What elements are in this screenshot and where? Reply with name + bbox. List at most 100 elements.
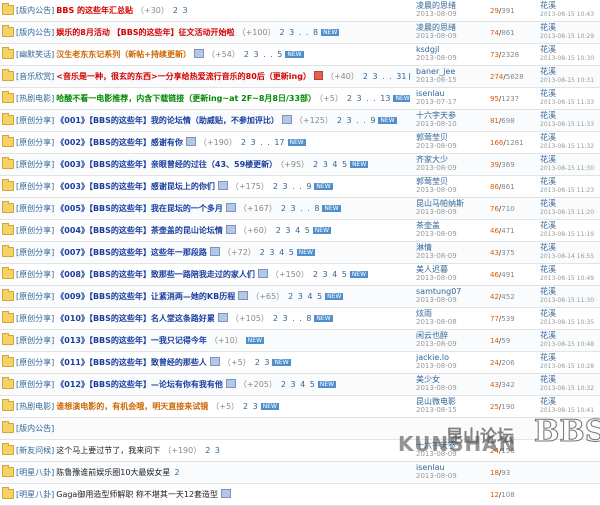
- author-link[interactable]: 郭莺莹贝: [416, 133, 496, 142]
- thread-category-link[interactable]: [原创分享]: [16, 336, 54, 345]
- author-link[interactable]: 十六字天参: [416, 111, 496, 120]
- thread-title-link[interactable]: 娱乐的8月活动 【BBS的这些年】征文活动开始啦: [56, 28, 234, 37]
- last-poster-link[interactable]: 花溪: [540, 199, 600, 208]
- author-link[interactable]: jackie.lo: [416, 353, 496, 362]
- thread-page-links[interactable]: 2 3 4 5: [281, 380, 315, 389]
- thread-title-link[interactable]: 《002》【BBS的这些年】感谢有你: [56, 138, 183, 147]
- thread-row[interactable]: [原创分享] 《009》【BBS的这些年】让紧消两—她的KB历程 （+65） 2 3 …: [0, 286, 600, 308]
- thread-category-link[interactable]: [音乐欣赏]: [16, 72, 54, 81]
- last-poster-link[interactable]: 花溪: [540, 89, 600, 98]
- thread-title-link[interactable]: 《008》【BBS的这些年】致那些一路陪我走过的家人们: [56, 270, 255, 279]
- thread-category-link[interactable]: [原创分享]: [16, 160, 54, 169]
- thread-category-link[interactable]: [明星八卦]: [16, 468, 54, 477]
- thread-category-link[interactable]: [原创分享]: [16, 138, 54, 147]
- thread-row[interactable]: [音乐欣赏] <音乐是一种，很玄的东西>一分享给热爱流行音乐的80后（更新ing）…: [0, 66, 600, 88]
- last-poster-link[interactable]: 花溪: [540, 287, 600, 296]
- thread-page-links[interactable]: 2 3 . . 8: [281, 204, 320, 213]
- thread-title-link[interactable]: 《009》【BBS的这些年】让紧消两—她的KB历程: [56, 292, 235, 301]
- last-poster-link[interactable]: 花溪: [540, 133, 600, 142]
- thread-category-link[interactable]: [明星八卦]: [16, 490, 54, 499]
- author-link[interactable]: 昆山微电影: [416, 397, 496, 406]
- thread-page-links[interactable]: 2 3 . . 5: [244, 50, 283, 59]
- author-link[interactable]: isenlau: [416, 463, 496, 472]
- last-poster-link[interactable]: 花溪: [540, 309, 600, 318]
- thread-title-link[interactable]: 《010》【BBS的这些年】名人堂这条路好累: [56, 314, 215, 323]
- thread-title-link[interactable]: 这个马上要过节了，我来问下: [56, 446, 160, 455]
- thread-page-links[interactable]: 2 3: [243, 402, 258, 411]
- thread-row[interactable]: [版内公告] BBS 的这些年汇总贴 （+30） 2 3 凌晨的思绪 2013-08-09…: [0, 0, 600, 22]
- thread-title-link[interactable]: 谁想演电影的，有机会哦，明天直接来试镜: [56, 402, 208, 411]
- thread-page-links[interactable]: 2 3 . . 9: [273, 182, 312, 191]
- thread-row[interactable]: [原创分享] 《008》【BBS的这些年】致那些一路陪我走过的家人们 （+150） 2…: [0, 264, 600, 286]
- author-link[interactable]: ksdgjl: [416, 45, 496, 54]
- thread-category-link[interactable]: [原创分享]: [16, 314, 54, 323]
- thread-row[interactable]: [热剧电影] 谁想演电影的，有机会哦，明天直接来试镜 （+5） 2 3 NEW 昆山微电影…: [0, 396, 600, 418]
- thread-page-links[interactable]: 2: [174, 468, 179, 477]
- author-link[interactable]: isenlau: [416, 89, 496, 98]
- thread-page-links[interactable]: 2 3 4 5: [276, 226, 310, 235]
- last-poster-link[interactable]: 花溪: [540, 111, 600, 120]
- author-link[interactable]: 闲云也醉: [416, 331, 496, 340]
- thread-category-link[interactable]: [原创分享]: [16, 380, 54, 389]
- thread-title-link[interactable]: 陈鲁豫谁前娱乐圈10大最娱女星: [56, 468, 170, 477]
- thread-category-link[interactable]: [热剧电影]: [16, 94, 54, 103]
- thread-category-link[interactable]: [原创分享]: [16, 270, 54, 279]
- thread-page-links[interactable]: 2 3 . . 31: [363, 72, 407, 81]
- thread-page-links[interactable]: 2 3: [173, 6, 188, 15]
- thread-title-link[interactable]: 《005》【BBS的这些年】我在昆坛的一个多月: [56, 204, 223, 213]
- last-poster-link[interactable]: 花溪: [540, 265, 600, 274]
- thread-title-link[interactable]: 哈酸不看一电影推荐，内含下载链接（更新ing~at 2F~8月8日/33部）: [56, 94, 316, 103]
- thread-category-link[interactable]: [版内公告]: [16, 6, 54, 15]
- thread-page-links[interactable]: 2 3 4 5: [260, 248, 294, 257]
- last-poster-link[interactable]: 花溪: [540, 23, 600, 32]
- thread-page-links[interactable]: 2 3 . . 9: [337, 116, 376, 125]
- author-link[interactable]: 茶壶盖: [416, 221, 496, 230]
- thread-row[interactable]: [明星八卦] Gaga御用造型师解职 称不堪其一天12套造型 12/108: [0, 484, 600, 506]
- thread-title-link[interactable]: 汉生老东东记系列（新帖+持续更新）: [56, 50, 191, 59]
- thread-page-links[interactable]: 2 3 . . 13: [347, 94, 391, 103]
- thread-title-link[interactable]: 《013》【BBS的这些年】一我只记得今年: [56, 336, 207, 345]
- thread-row[interactable]: [原创分享] 《003》【BBS的这些年】亲眼曾经的过往（43、59楼更新） （+9…: [0, 154, 600, 176]
- thread-category-link[interactable]: [原创分享]: [16, 204, 54, 213]
- thread-page-links[interactable]: 2 3 . . 8: [280, 28, 319, 37]
- last-poster-link[interactable]: 花溪: [540, 353, 600, 362]
- thread-row[interactable]: [版内公告]: [0, 418, 600, 440]
- thread-category-link[interactable]: [原创分享]: [16, 248, 54, 257]
- last-poster-link[interactable]: 花溪: [540, 1, 600, 10]
- last-poster-link[interactable]: 花溪: [540, 221, 600, 230]
- author-link[interactable]: 凌晨的思绪: [416, 23, 496, 32]
- thread-row[interactable]: [原创分享] 《002》【BBS的这些年】感谢有你 （+190） 2 3 . . 17…: [0, 132, 600, 154]
- thread-page-links[interactable]: 2 3: [255, 358, 270, 367]
- thread-category-link[interactable]: [版内公告]: [16, 28, 54, 37]
- author-link[interactable]: samtung07: [416, 287, 496, 296]
- thread-row[interactable]: [原创分享] 《001》【BBS的这些年】我的论坛情（助威贴，不参加评比） （+12…: [0, 110, 600, 132]
- thread-row[interactable]: [原创分享] 《005》【BBS的这些年】我在昆坛的一个多月 （+167） 2 3 .…: [0, 198, 600, 220]
- thread-row[interactable]: [原创分享] 《013》【BBS的这些年】一我只记得今年 （+10） NEW 闲云也醉 2…: [0, 330, 600, 352]
- last-poster-link[interactable]: 花溪: [540, 375, 600, 384]
- thread-row[interactable]: [原创分享] 《012》【BBS的这些年】—论坛有你有我有他 （+205） 2 3 4…: [0, 374, 600, 396]
- thread-title-link[interactable]: BBS 的这些年汇总贴: [56, 6, 133, 15]
- thread-page-links[interactable]: 2 3: [205, 446, 220, 455]
- thread-category-link[interactable]: [热剧电影]: [16, 402, 54, 411]
- thread-category-link[interactable]: [新友问候]: [16, 446, 54, 455]
- thread-category-link[interactable]: [原创分享]: [16, 116, 54, 125]
- author-link[interactable]: 十六字天参: [416, 441, 496, 450]
- thread-category-link[interactable]: [版内公告]: [16, 424, 54, 433]
- thread-category-link[interactable]: [原创分享]: [16, 226, 54, 235]
- thread-page-links[interactable]: 2 3 4 5: [288, 292, 322, 301]
- thread-row[interactable]: [版内公告] 娱乐的8月活动 【BBS的这些年】征文活动开始啦 （+100） 2 3 …: [0, 22, 600, 44]
- last-poster-link[interactable]: 花溪: [540, 155, 600, 164]
- author-link[interactable]: baner_jee: [416, 67, 496, 76]
- last-poster-link[interactable]: 花溪: [540, 177, 600, 186]
- thread-title-link[interactable]: 《004》【BBS的这些年】茶壶盖的昆山论坛情: [56, 226, 223, 235]
- thread-title-link[interactable]: 《001》【BBS的这些年】我的论坛情（助威贴，不参加评比）: [56, 116, 279, 125]
- thread-category-link[interactable]: [原创分享]: [16, 182, 54, 191]
- author-link[interactable]: 齐家大少: [416, 155, 496, 164]
- author-link[interactable]: 郭莺莹贝: [416, 177, 496, 186]
- thread-row[interactable]: [原创分享] 《004》【BBS的这些年】茶壶盖的昆山论坛情 （+60） 2 3 4 …: [0, 220, 600, 242]
- last-poster-link[interactable]: 花溪: [540, 243, 600, 252]
- thread-row[interactable]: [热剧电影] 哈酸不看一电影推荐，内含下载链接（更新ing~at 2F~8月8日/…: [0, 88, 600, 110]
- last-poster-link[interactable]: 花溪: [540, 331, 600, 340]
- last-poster-link[interactable]: 花溪: [540, 45, 600, 54]
- thread-row[interactable]: [明星八卦] 陈鲁豫谁前娱乐圈10大最娱女星 2 isenlau 2013-08-09 1…: [0, 462, 600, 484]
